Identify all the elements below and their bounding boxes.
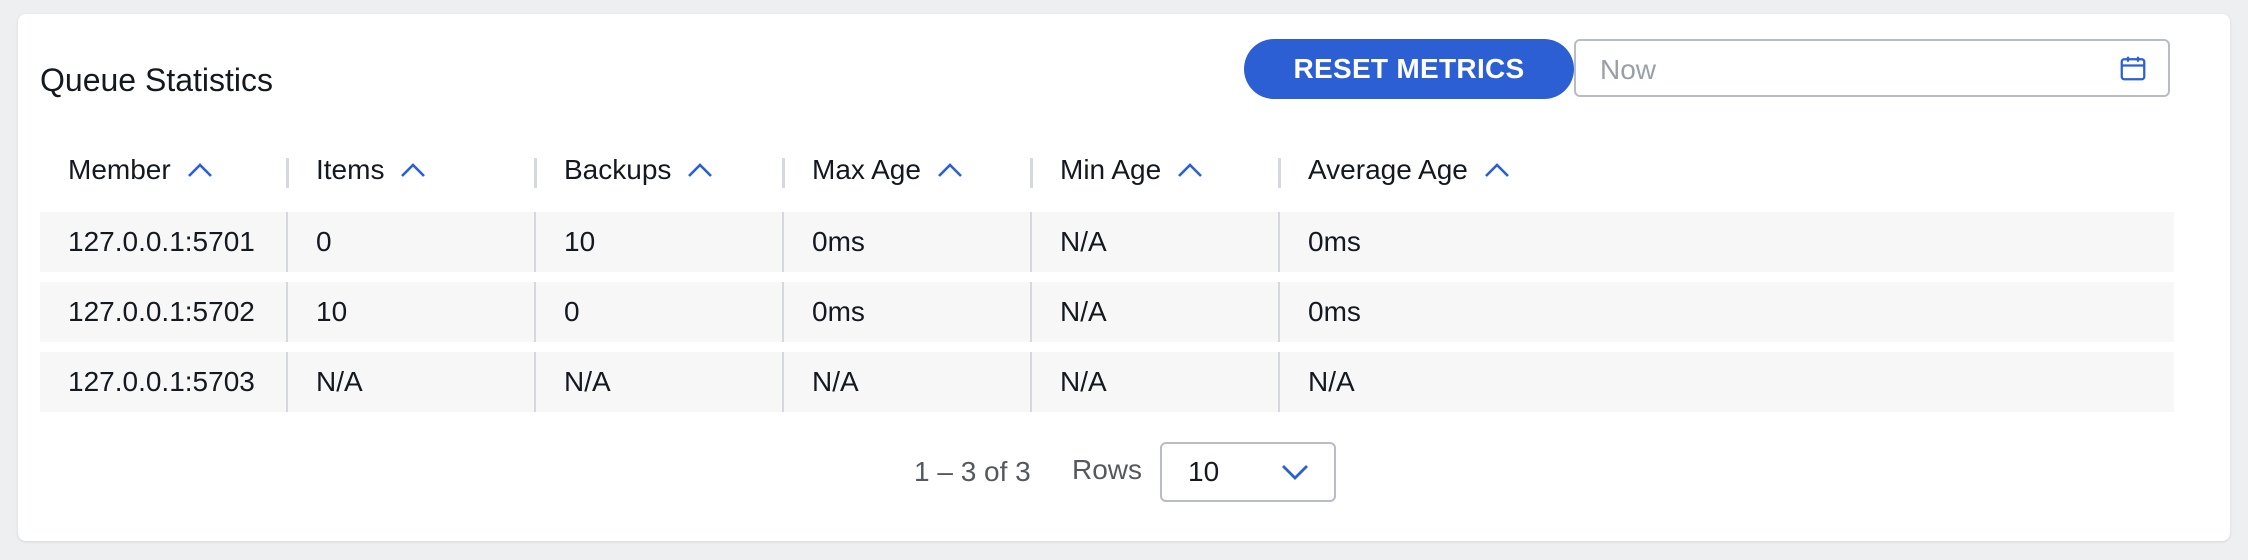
cell-divider xyxy=(1030,352,1032,412)
column-header-label: Member xyxy=(68,154,171,185)
cell-min-age: N/A xyxy=(1060,366,1107,397)
column-divider[interactable] xyxy=(286,158,289,188)
calendar-icon[interactable] xyxy=(2118,53,2148,83)
column-header-label: Average Age xyxy=(1308,154,1468,185)
column-divider[interactable] xyxy=(534,158,537,188)
sort-ascending-icon xyxy=(1484,163,1509,177)
column-header-items[interactable]: Items xyxy=(316,138,426,202)
rows-per-page-label: Rows xyxy=(1072,454,1143,485)
cell-member: 127.0.0.1:5703 xyxy=(68,366,255,397)
cell-divider xyxy=(1278,282,1280,342)
chevron-down-icon xyxy=(1282,465,1308,480)
cell-divider xyxy=(534,212,536,272)
cell-max-age: N/A xyxy=(812,366,859,397)
cell-divider xyxy=(286,352,288,412)
cell-items: N/A xyxy=(316,366,363,397)
cell-average-age: 0ms xyxy=(1308,226,1361,257)
cell-backups: 0 xyxy=(564,296,580,327)
cell-backups: 10 xyxy=(564,226,596,257)
column-header-average-age[interactable]: Average Age xyxy=(1308,138,1510,202)
pagination: 1 – 3 of 3 Rows 10 xyxy=(0,442,2248,502)
table-row: 127.0.0.1:5703 N/A N/A N/A N/A N/A xyxy=(40,352,2174,412)
column-header-member[interactable]: Member xyxy=(68,138,213,202)
cell-divider xyxy=(1030,282,1032,342)
rows-per-page-value: 10 xyxy=(1188,456,1220,487)
cell-divider xyxy=(1030,212,1032,272)
cell-divider xyxy=(782,352,784,412)
cell-backups: N/A xyxy=(564,366,611,397)
sort-ascending-icon xyxy=(401,163,426,177)
cell-divider xyxy=(286,212,288,272)
cell-max-age: 0ms xyxy=(812,296,865,327)
column-header-max-age[interactable]: Max Age xyxy=(812,138,963,202)
cell-divider xyxy=(534,282,536,342)
table-header: Member Items Backups Max Age Min Age Ave… xyxy=(40,138,2174,202)
sort-ascending-icon xyxy=(187,163,212,177)
cell-divider xyxy=(782,282,784,342)
queue-stats-table: Member Items Backups Max Age Min Age Ave… xyxy=(40,138,2174,412)
cell-min-age: N/A xyxy=(1060,226,1107,257)
rows-per-page-select[interactable]: 10 xyxy=(1160,442,1336,502)
cell-average-age: 0ms xyxy=(1308,296,1361,327)
cell-divider xyxy=(1278,352,1280,412)
cell-divider xyxy=(782,212,784,272)
column-header-label: Backups xyxy=(564,154,672,185)
column-header-label: Max Age xyxy=(812,154,921,185)
cell-max-age: 0ms xyxy=(812,226,865,257)
column-header-min-age[interactable]: Min Age xyxy=(1060,138,1203,202)
date-picker-field[interactable] xyxy=(1574,39,2170,97)
cell-member: 127.0.0.1:5701 xyxy=(68,226,255,257)
panel-title: Queue Statistics xyxy=(40,62,273,98)
column-header-backups[interactable]: Backups xyxy=(564,138,713,202)
cell-average-age: N/A xyxy=(1308,366,1355,397)
cell-divider xyxy=(286,282,288,342)
cell-divider xyxy=(1278,212,1280,272)
cell-items: 0 xyxy=(316,226,332,257)
cell-min-age: N/A xyxy=(1060,296,1107,327)
column-divider[interactable] xyxy=(1278,158,1281,188)
column-divider[interactable] xyxy=(1030,158,1033,188)
date-input[interactable] xyxy=(1598,49,2102,91)
reset-metrics-button[interactable]: RESET METRICS xyxy=(1244,39,1574,99)
sort-ascending-icon xyxy=(688,163,713,177)
cell-member: 127.0.0.1:5702 xyxy=(68,296,255,327)
sort-ascending-icon xyxy=(938,163,962,177)
column-header-label: Min Age xyxy=(1060,154,1162,185)
table-row: 127.0.0.1:5702 10 0 0ms N/A 0ms xyxy=(40,282,2174,342)
column-header-label: Items xyxy=(316,154,385,185)
cell-items: 10 xyxy=(316,296,348,327)
table-row: 127.0.0.1:5701 0 10 0ms N/A 0ms xyxy=(40,212,2174,272)
cell-divider xyxy=(534,352,536,412)
column-divider[interactable] xyxy=(782,158,785,188)
pagination-range: 1 – 3 of 3 xyxy=(914,456,1031,487)
sort-ascending-icon xyxy=(1178,163,1203,177)
